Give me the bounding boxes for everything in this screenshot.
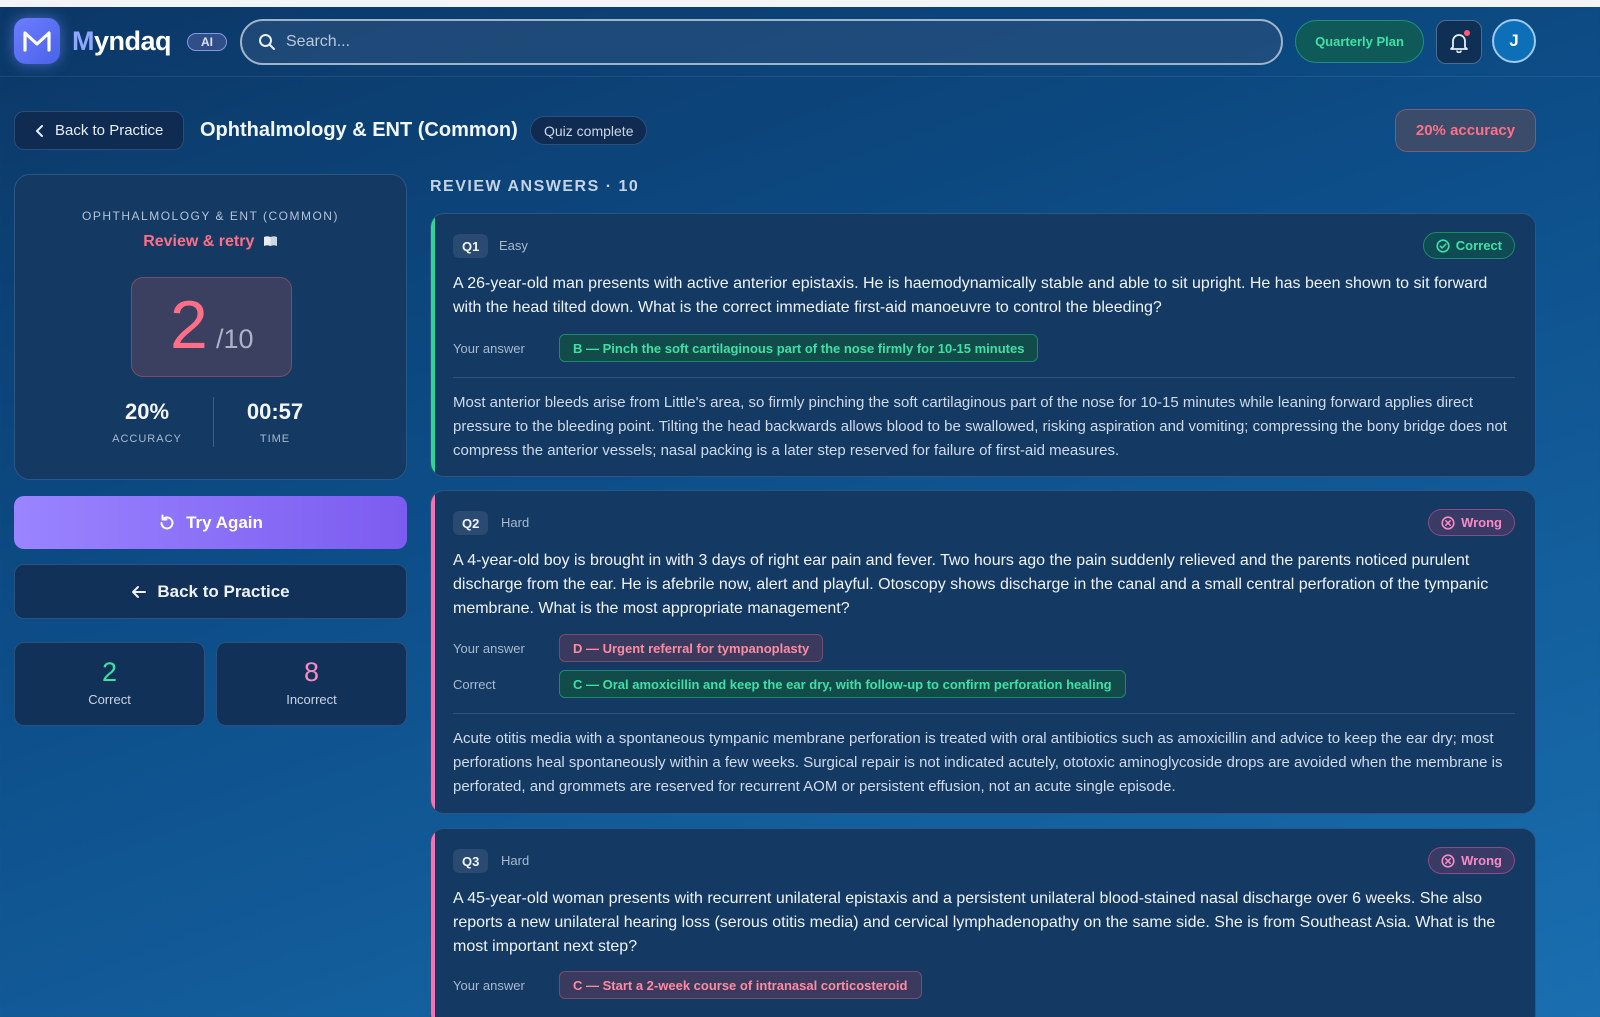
ai-badge: AI <box>187 33 227 51</box>
time-value: 00:57 <box>246 399 304 424</box>
question-difficulty: Hard <box>501 515 530 530</box>
your-answer-pill: D — Urgent referral for tympanoplasty <box>559 634 824 662</box>
score-card: OPHTHALMOLOGY & ENT (COMMON) Review & re… <box>14 174 407 480</box>
incorrect-count: 8 <box>303 657 320 687</box>
incorrect-tally-label: Incorrect <box>286 692 337 707</box>
accuracy-value: 20% <box>124 399 170 424</box>
correct-answer-label: Correct <box>453 677 496 692</box>
back-to-practice-label: Back to Practice <box>157 581 290 601</box>
search-input[interactable] <box>286 33 1186 51</box>
score-box: 2 /10 <box>131 277 292 377</box>
question-text: A 4-year-old boy is brought in with 3 da… <box>453 552 1489 617</box>
top-header: Myndaq AI Quarterly Plan J <box>0 7 1600 77</box>
refresh-icon <box>160 514 174 529</box>
question-difficulty: Easy <box>499 238 528 253</box>
your-answer-pill: B — Pinch the soft cartilaginous part of… <box>559 334 1039 362</box>
question-number: Q1 <box>453 234 489 258</box>
check-circle-icon <box>1436 238 1450 253</box>
correct-status-badge: Correct <box>1422 232 1515 259</box>
user-avatar[interactable]: J <box>1492 19 1536 63</box>
time-label: TIME <box>259 433 291 445</box>
question-text: A 45-year-old woman presents with recurr… <box>453 890 1496 955</box>
x-circle-icon <box>1441 515 1455 530</box>
quarterly-plan-button[interactable]: Quarterly Plan <box>1295 20 1424 63</box>
stat-divider <box>213 397 214 447</box>
review-heading: REVIEW ANSWERS · 10 <box>430 178 640 195</box>
search-icon <box>259 34 275 50</box>
back-label: Back to Practice <box>55 122 164 139</box>
quiz-category: OPHTHALMOLOGY & ENT (COMMON) <box>82 209 339 223</box>
notification-dot <box>1464 30 1470 36</box>
explanation-text: Acute otitis media with a spontaneous ty… <box>453 730 1503 795</box>
correct-count: 2 <box>101 657 118 687</box>
logo-icon[interactable] <box>14 18 60 64</box>
explanation-text: Most anterior bleeds arise from Little's… <box>453 394 1507 459</box>
question-number: Q2 <box>453 511 489 535</box>
chevron-left-icon <box>36 124 43 137</box>
question-number: Q3 <box>453 849 489 873</box>
correct-answer-pill: C — Oral amoxicillin and keep the ear dr… <box>559 670 1126 698</box>
accuracy-badge: 20% accuracy <box>1395 109 1536 152</box>
book-icon <box>263 236 277 246</box>
question-text: A 26-year-old man presents with active a… <box>453 275 1488 316</box>
wrong-status-badge: Wrong <box>1428 847 1515 874</box>
score-value: 2 <box>170 287 208 363</box>
correct-tally-label: Correct <box>88 692 131 707</box>
x-circle-icon <box>1441 853 1455 868</box>
window-top-strip <box>0 0 1600 7</box>
card-separator <box>453 377 1515 378</box>
wrong-status-badge: Wrong <box>1428 509 1515 536</box>
your-answer-pill: C — Start a 2-week course of intranasal … <box>559 971 922 999</box>
back-to-practice-button[interactable]: Back to Practice <box>14 564 407 619</box>
your-answer-label: Your answer <box>453 341 525 356</box>
correct-tally: 2 Correct <box>14 642 205 726</box>
arrow-left-icon <box>132 585 147 598</box>
your-answer-label: Your answer <box>453 978 525 993</box>
score-subtitle: Review & retry <box>15 233 406 251</box>
question-difficulty: Hard <box>501 853 530 868</box>
accuracy-stat: 20% ACCURACY <box>87 399 207 445</box>
incorrect-tally: 8 Incorrect <box>216 642 407 726</box>
brand-name: Myndaq <box>72 26 172 56</box>
notifications-button[interactable] <box>1436 20 1482 64</box>
card-separator <box>453 713 1515 714</box>
question-card: Q1 Easy Correct A 26-year-old man presen… <box>430 213 1536 477</box>
time-stat: 00:57 TIME <box>215 399 335 445</box>
back-to-practice-link[interactable]: Back to Practice <box>14 111 184 150</box>
quiz-status-badge: Quiz complete <box>530 116 648 145</box>
page-title: Ophthalmology & ENT (Common) <box>200 119 518 141</box>
score-total: /10 <box>216 324 254 354</box>
try-again-label: Try Again <box>186 512 263 532</box>
accuracy-label: ACCURACY <box>112 433 182 445</box>
try-again-button[interactable]: Try Again <box>14 496 407 549</box>
question-card: Q3 Hard Wrong A 45-year-old woman presen… <box>430 828 1536 1017</box>
your-answer-label: Your answer <box>453 641 525 656</box>
question-card: Q2 Hard Wrong A 4-year-old boy is brough… <box>430 490 1536 814</box>
search-bar[interactable] <box>240 19 1283 65</box>
